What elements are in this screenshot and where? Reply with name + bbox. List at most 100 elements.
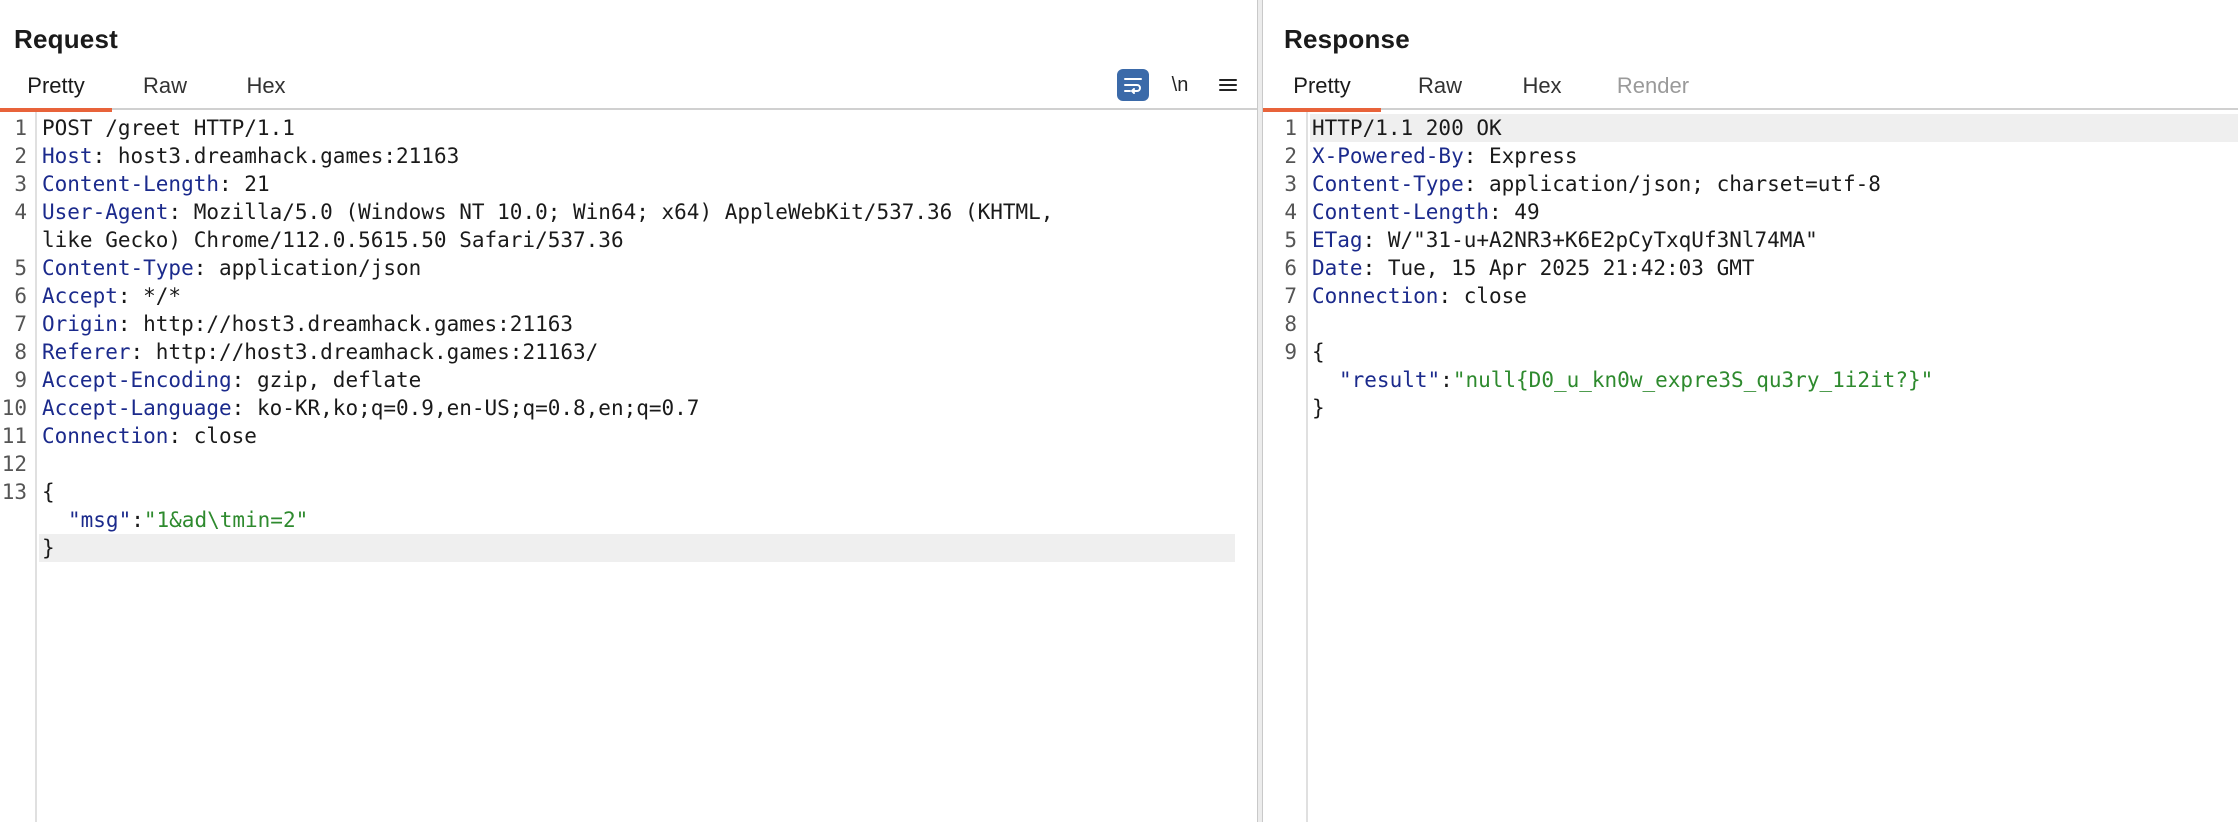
line-number: 1 <box>14 116 27 140</box>
body-open-brace: { <box>42 480 55 504</box>
request-title: Request <box>14 24 118 54</box>
tab-raw[interactable]: Raw <box>130 66 200 110</box>
line-number: 2 <box>1284 144 1297 168</box>
header-line: X-Powered-By: Express <box>1312 142 1578 170</box>
json-key: "msg" <box>68 508 132 532</box>
show-newlines-button[interactable]: \n <box>1165 68 1195 102</box>
header-key: Connection <box>42 424 169 448</box>
header-key: Content-Length <box>42 172 220 196</box>
header-line: Accept-Language: ko-KR,ko;q=0.9,en-US;q=… <box>42 394 699 422</box>
tab-raw[interactable]: Raw <box>1405 66 1475 110</box>
header-value: : W/"31-u+A2NR3+K6E2pCyTxqUf3Nl74MA" <box>1362 228 1818 252</box>
json-key: "result" <box>1339 368 1441 392</box>
header-value: : application/json; charset=utf-8 <box>1463 172 1881 196</box>
tab-hex[interactable]: Hex <box>1509 66 1575 110</box>
header-line: Content-Length: 21 <box>42 170 270 198</box>
header-value: : Mozilla/5.0 (Windows NT 10.0; Win64; x… <box>168 200 1054 224</box>
header-key: Content-Type <box>1312 172 1464 196</box>
body-close-brace: } <box>42 536 55 560</box>
request-line-text: POST /greet HTTP/1.1 <box>42 116 295 140</box>
header-key: Date <box>1312 256 1363 280</box>
body-json-line: "result":"null{D0_u_kn0w_expre3S_qu3ry_1… <box>1339 366 1933 394</box>
header-line: Content-Type: application/json; charset=… <box>1312 170 1881 198</box>
tab-pretty[interactable]: Pretty <box>0 66 112 112</box>
header-value: : close <box>168 424 257 448</box>
header-key: Origin <box>42 312 118 336</box>
header-line: Accept-Encoding: gzip, deflate <box>42 366 421 394</box>
wrap-lines-icon[interactable] <box>1117 69 1149 101</box>
request-pane: Request Pretty Raw Hex \n 1 2 3 4 5 6 7 … <box>0 0 1257 822</box>
line-number: 12 <box>1 452 27 476</box>
response-title: Response <box>1284 24 1410 54</box>
header-value: : gzip, deflate <box>231 368 422 392</box>
line-number: 5 <box>1284 228 1297 252</box>
header-value: : close <box>1438 284 1527 308</box>
header-key: Content-Length <box>1312 200 1490 224</box>
request-toolbar: \n <box>1107 66 1257 106</box>
header-line: Host: host3.dreamhack.games:21163 <box>42 142 459 170</box>
status-line: HTTP/1.1 200 OK <box>1312 116 1502 140</box>
header-line: Accept: */* <box>42 282 181 310</box>
line-number: 4 <box>1284 200 1297 224</box>
json-separator: : <box>1440 368 1453 392</box>
header-value: : */* <box>117 284 182 308</box>
tab-hex[interactable]: Hex <box>232 66 300 110</box>
header-value: : Express <box>1463 144 1578 168</box>
header-key: Referer <box>42 340 131 364</box>
header-line: Date: Tue, 15 Apr 2025 21:42:03 GMT <box>1312 254 1755 282</box>
header-line: Referer: http://host3.dreamhack.games:21… <box>42 338 598 366</box>
line-number: 13 <box>1 480 27 504</box>
request-editor[interactable]: 1 2 3 4 5 6 7 8 9 10 11 12 13 POST /gree… <box>0 112 1257 822</box>
header-value: : 21 <box>219 172 270 196</box>
header-value: : http://host3.dreamhack.games:21163 <box>117 312 574 336</box>
header-key: Accept-Language <box>42 396 232 420</box>
header-value: : host3.dreamhack.games:21163 <box>92 144 460 168</box>
line-number: 3 <box>14 172 27 196</box>
header-key: Accept-Encoding <box>42 368 232 392</box>
header-line: Connection: close <box>42 422 257 450</box>
body-close-brace: } <box>1312 396 1325 420</box>
line-number: 8 <box>14 340 27 364</box>
line-number: 6 <box>1284 256 1297 280</box>
request-line: POST /greet HTTP/1.1 <box>42 114 295 142</box>
header-value: : ko-KR,ko;q=0.9,en-US;q=0.8,en;q=0.7 <box>231 396 700 420</box>
tab-pretty[interactable]: Pretty <box>1263 66 1381 112</box>
line-number: 8 <box>1284 312 1297 336</box>
header-line: Connection: close <box>1312 282 1527 310</box>
line-number: 7 <box>14 312 27 336</box>
line-number: 6 <box>14 284 27 308</box>
header-value: : application/json <box>193 256 422 280</box>
header-key: User-Agent <box>42 200 169 224</box>
header-line: ETag: W/"31-u+A2NR3+K6E2pCyTxqUf3Nl74MA" <box>1312 226 1818 254</box>
line-number: 5 <box>14 256 27 280</box>
header-value: : Tue, 15 Apr 2025 21:42:03 GMT <box>1362 256 1755 280</box>
json-separator: : <box>131 508 144 532</box>
header-line: Origin: http://host3.dreamhack.games:211… <box>42 310 573 338</box>
response-pane: Response Pretty Raw Hex Render 1 2 3 4 5… <box>1263 0 2238 822</box>
line-number: 7 <box>1284 284 1297 308</box>
header-value: : 49 <box>1489 200 1540 224</box>
header-value: : http://host3.dreamhack.games:21163/ <box>130 340 599 364</box>
header-line: Content-Type: application/json <box>42 254 421 282</box>
hamburger-menu-icon[interactable] <box>1213 68 1243 102</box>
line-number: 9 <box>14 368 27 392</box>
header-key: X-Powered-By <box>1312 144 1464 168</box>
header-line: User-Agent: Mozilla/5.0 (Windows NT 10.0… <box>42 198 1053 226</box>
json-string-value: "null{D0_u_kn0w_expre3S_qu3ry_1i2it?}" <box>1452 368 1934 392</box>
body-json-line: "msg":"1&ad\tmin=2" <box>68 506 308 534</box>
header-key: ETag <box>1312 228 1363 252</box>
current-line-highlight <box>39 534 1235 562</box>
line-number: 9 <box>1284 340 1297 364</box>
header-value-continued: like Gecko) Chrome/112.0.5615.50 Safari/… <box>42 228 624 252</box>
response-tabbar: Pretty Raw Hex Render <box>1263 66 2238 112</box>
header-key: Accept <box>42 284 118 308</box>
tab-render[interactable]: Render <box>1609 66 1697 110</box>
body-open-brace: { <box>1312 340 1325 364</box>
line-number: 3 <box>1284 172 1297 196</box>
header-line-wrap: like Gecko) Chrome/112.0.5615.50 Safari/… <box>42 226 624 254</box>
header-key: Host <box>42 144 93 168</box>
response-editor[interactable]: 1 2 3 4 5 6 7 8 9 HTTP/1.1 200 OK X-Powe… <box>1263 112 2238 822</box>
request-tabbar: Pretty Raw Hex <box>0 66 1257 112</box>
line-number: 1 <box>1284 116 1297 140</box>
json-string-value: "1&ad\tmin=2" <box>143 508 309 532</box>
